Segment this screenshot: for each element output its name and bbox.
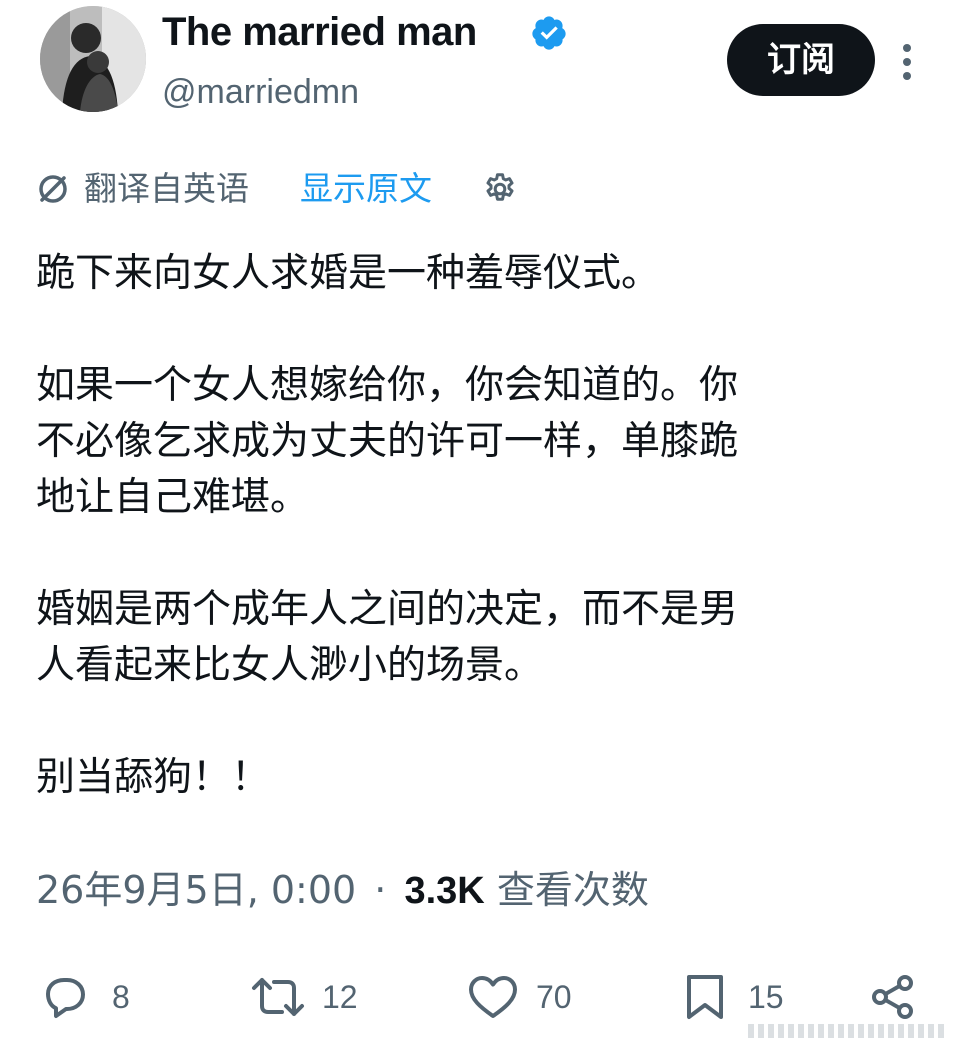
views-count: 3.3K	[404, 870, 485, 912]
show-original-link[interactable]: 显示原文	[300, 166, 432, 212]
more-dot	[903, 58, 911, 66]
views-label: 查看次数	[496, 868, 649, 912]
verified-badge-icon	[532, 16, 566, 50]
translation-bar: 翻译自英语 显示原文	[36, 166, 636, 212]
bookmark-count: 15	[748, 979, 784, 1015]
avatar-photo	[40, 6, 146, 112]
tweet-line: 跪下来向女人求婚是一种羞辱仪式。	[36, 251, 661, 296]
like-count: 70	[536, 979, 572, 1015]
more-vertical-icon[interactable]	[895, 40, 919, 80]
tweet-line: 人看起来比女人渺小的场景。	[36, 643, 544, 688]
tweet-line: 如果一个女人想嫁给你，你会知道的。你	[36, 363, 739, 408]
more-dot	[903, 72, 911, 80]
bookmark-icon	[687, 975, 723, 1019]
user-handle[interactable]: @marriedmn	[162, 70, 359, 114]
reply-count: 8	[112, 979, 130, 1015]
tweet-meta: 26年9月5日, 0:00 · 3.3K 查看次数	[36, 862, 649, 918]
tweet-line: 别当舔狗！！	[36, 755, 271, 800]
tweet-header: The married man @marriedmn 订阅	[0, 0, 960, 130]
tweet-line: 不必像乞求成为丈夫的许可一样，单膝跪	[36, 419, 739, 464]
gear-icon[interactable]	[482, 171, 518, 207]
share-icon	[872, 975, 913, 1019]
repost-icon	[252, 978, 304, 1016]
subscribe-button[interactable]: 订阅	[727, 24, 875, 96]
more-dot	[903, 44, 911, 52]
tweet-line: 婚姻是两个成年人之间的决定，而不是男	[36, 587, 739, 632]
tweet-line: 地让自己难堪。	[36, 475, 310, 520]
translated-from-label: 翻译自英语	[84, 169, 249, 208]
watermark	[748, 1024, 944, 1038]
display-name[interactable]: The married man	[162, 8, 477, 56]
avatar[interactable]	[40, 6, 146, 112]
heart-icon	[469, 976, 517, 1018]
translate-icon	[39, 175, 67, 203]
meta-separator: ·	[374, 868, 387, 912]
timestamp[interactable]: 26年9月5日, 0:00	[36, 868, 356, 912]
tweet-text: 跪下来向女人求婚是一种羞辱仪式。 如果一个女人想嫁给你，你会知道的。你 不必像乞…	[36, 246, 926, 806]
reply-icon	[46, 978, 85, 1018]
repost-count: 12	[322, 979, 358, 1015]
